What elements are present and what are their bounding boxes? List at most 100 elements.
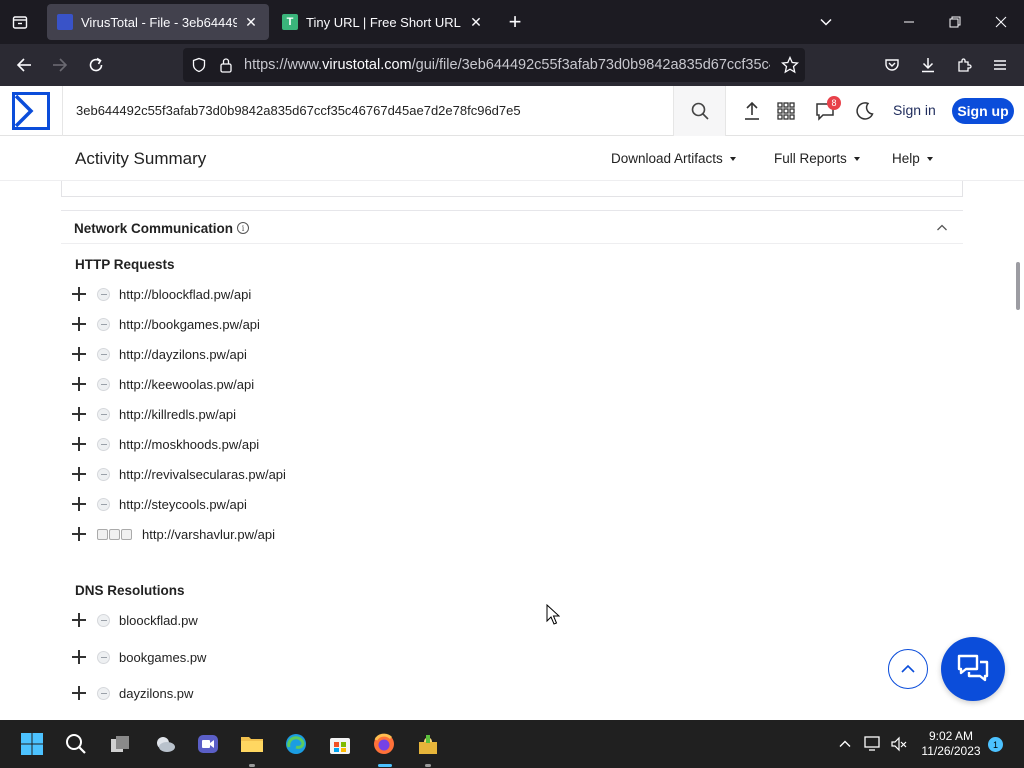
tab-title: Tiny URL | Free Short URL Redir [306, 14, 462, 30]
sign-up-button[interactable]: Sign up [952, 98, 1014, 124]
file-explorer-icon[interactable] [240, 732, 264, 756]
upload-icon[interactable] [740, 99, 764, 123]
notification-count-badge[interactable]: 1 [988, 737, 1003, 752]
new-tab-button[interactable]: + [503, 9, 527, 34]
apps-grid-icon[interactable] [774, 99, 798, 123]
expand-plus-icon[interactable] [70, 525, 88, 543]
url-favicon-icon [97, 317, 110, 331]
search-button[interactable] [673, 86, 725, 136]
full-reports-menu[interactable]: Full Reports [774, 151, 860, 166]
back-arrow-icon[interactable] [11, 53, 37, 77]
network-communication-header[interactable]: Network Communication i [61, 210, 963, 244]
firefox-icon[interactable] [372, 732, 396, 756]
expand-plus-icon[interactable] [70, 435, 88, 453]
dark-mode-moon-icon[interactable] [853, 99, 877, 123]
expand-plus-icon[interactable] [70, 315, 88, 333]
address-bar[interactable]: https://www.virustotal.com/gui/file/3eb6… [183, 48, 805, 82]
windows-taskbar: 9:02 AM 11/26/2023 1 [0, 720, 1024, 768]
close-icon[interactable]: ✕ [468, 14, 484, 30]
dns-domain[interactable]: bookgames.pw [119, 650, 206, 665]
sign-in-link[interactable]: Sign in [893, 102, 936, 118]
pocket-icon[interactable] [879, 53, 905, 77]
tab-overflow-chevron-icon[interactable] [814, 10, 838, 34]
domain-favicon-icon [97, 650, 110, 664]
menu-hamburger-icon[interactable] [987, 53, 1013, 77]
chevron-up-icon[interactable] [936, 221, 948, 239]
mouse-cursor-icon [546, 603, 561, 631]
http-request-url[interactable]: http://killredls.pw/api [119, 407, 236, 422]
expand-plus-icon[interactable] [70, 345, 88, 363]
download-artifacts-menu[interactable]: Download Artifacts [611, 151, 736, 166]
dns-resolution-row: bloockflad.pw [70, 610, 198, 630]
activity-summary-title: Activity Summary [75, 149, 207, 168]
tab-virustotal[interactable]: VirusTotal - File - 3eb644492c55 ✕ [47, 4, 269, 40]
expand-plus-icon[interactable] [70, 405, 88, 423]
expand-plus-icon[interactable] [70, 611, 88, 629]
caret-down-icon [926, 157, 933, 162]
task-view-icon[interactable] [108, 732, 132, 756]
close-icon[interactable]: ✕ [243, 14, 259, 30]
expand-plus-icon[interactable] [70, 285, 88, 303]
vt-header: 3eb644492c55f3afab73d0b9842a835d67ccf35c… [0, 86, 1024, 136]
http-request-row: http://steycools.pw/api [70, 494, 247, 514]
forward-arrow-icon[interactable] [47, 53, 73, 77]
http-request-url[interactable]: http://steycools.pw/api [119, 497, 247, 512]
dns-domain[interactable]: dayzilons.pw [119, 686, 193, 701]
http-request-row: http://bookgames.pw/api [70, 314, 260, 334]
widgets-weather-icon[interactable] [153, 732, 177, 756]
clock-time: 9:02 AM [928, 729, 974, 743]
taskbar-clock[interactable]: 9:02 AM 11/26/2023 [917, 729, 985, 759]
scroll-to-top-button[interactable] [888, 649, 928, 689]
window-close-icon[interactable] [989, 10, 1013, 34]
microsoft-store-icon[interactable] [328, 732, 352, 756]
dns-domain[interactable]: bloockflad.pw [119, 613, 198, 628]
url-favicon-icon [97, 467, 110, 481]
windows-start-icon[interactable] [20, 732, 44, 756]
chat-support-button[interactable] [941, 637, 1005, 701]
http-request-url[interactable]: http://dayzilons.pw/api [119, 347, 247, 362]
tab-tinyurl[interactable]: T Tiny URL | Free Short URL Redir ✕ [272, 4, 494, 40]
minimize-icon[interactable] [897, 10, 921, 34]
http-request-url[interactable]: http://bloockflad.pw/api [119, 287, 251, 302]
meet-video-icon[interactable] [196, 732, 220, 756]
reload-icon[interactable] [83, 53, 109, 77]
browser-nav-bar: https://www.virustotal.com/gui/file/3eb6… [0, 44, 1024, 86]
virustotal-logo-icon[interactable] [12, 92, 50, 130]
expand-plus-icon[interactable] [70, 375, 88, 393]
expand-plus-icon[interactable] [70, 465, 88, 483]
url-text[interactable]: https://www.virustotal.com/gui/file/3eb6… [244, 57, 770, 73]
show-hidden-icons-chevron-icon[interactable] [833, 732, 857, 756]
tab-list-icon[interactable] [8, 10, 32, 34]
url-favicon-icon [97, 497, 110, 511]
http-request-row: http://keewoolas.pw/api [70, 374, 254, 394]
http-request-url[interactable]: http://bookgames.pw/api [119, 317, 260, 332]
download-icon[interactable] [915, 53, 941, 77]
restore-icon[interactable] [943, 10, 967, 34]
bookmark-star-icon[interactable] [780, 55, 800, 79]
notification-count-badge: 8 [827, 96, 841, 110]
detection-tags-icon [97, 528, 133, 540]
help-menu[interactable]: Help [892, 151, 933, 166]
app-package-icon[interactable] [416, 732, 440, 756]
http-request-url[interactable]: http://revivalsecularas.pw/api [119, 467, 286, 482]
expand-plus-icon[interactable] [70, 684, 88, 702]
taskbar-search-icon[interactable] [64, 732, 88, 756]
shield-icon[interactable] [191, 57, 207, 78]
lock-icon[interactable] [219, 57, 233, 78]
info-icon[interactable]: i [237, 222, 249, 234]
caret-down-icon [853, 157, 860, 162]
volume-muted-icon[interactable] [887, 732, 911, 756]
page-scrollbar[interactable] [1016, 262, 1020, 310]
url-path: /gui/file/3eb644492c55f3afab73d0b9842a83… [411, 57, 770, 73]
network-icon[interactable] [861, 732, 885, 756]
search-box[interactable]: 3eb644492c55f3afab73d0b9842a835d67ccf35c… [62, 86, 726, 136]
http-request-url[interactable]: http://varshavlur.pw/api [142, 527, 275, 542]
http-request-url[interactable]: http://moskhoods.pw/api [119, 437, 259, 452]
http-request-url[interactable]: http://keewoolas.pw/api [119, 377, 254, 392]
edge-browser-icon[interactable] [284, 732, 308, 756]
search-input[interactable]: 3eb644492c55f3afab73d0b9842a835d67ccf35c… [76, 103, 521, 118]
expand-plus-icon[interactable] [70, 648, 88, 666]
expand-plus-icon[interactable] [70, 495, 88, 513]
active-indicator [378, 764, 392, 767]
extensions-icon[interactable] [951, 53, 977, 77]
